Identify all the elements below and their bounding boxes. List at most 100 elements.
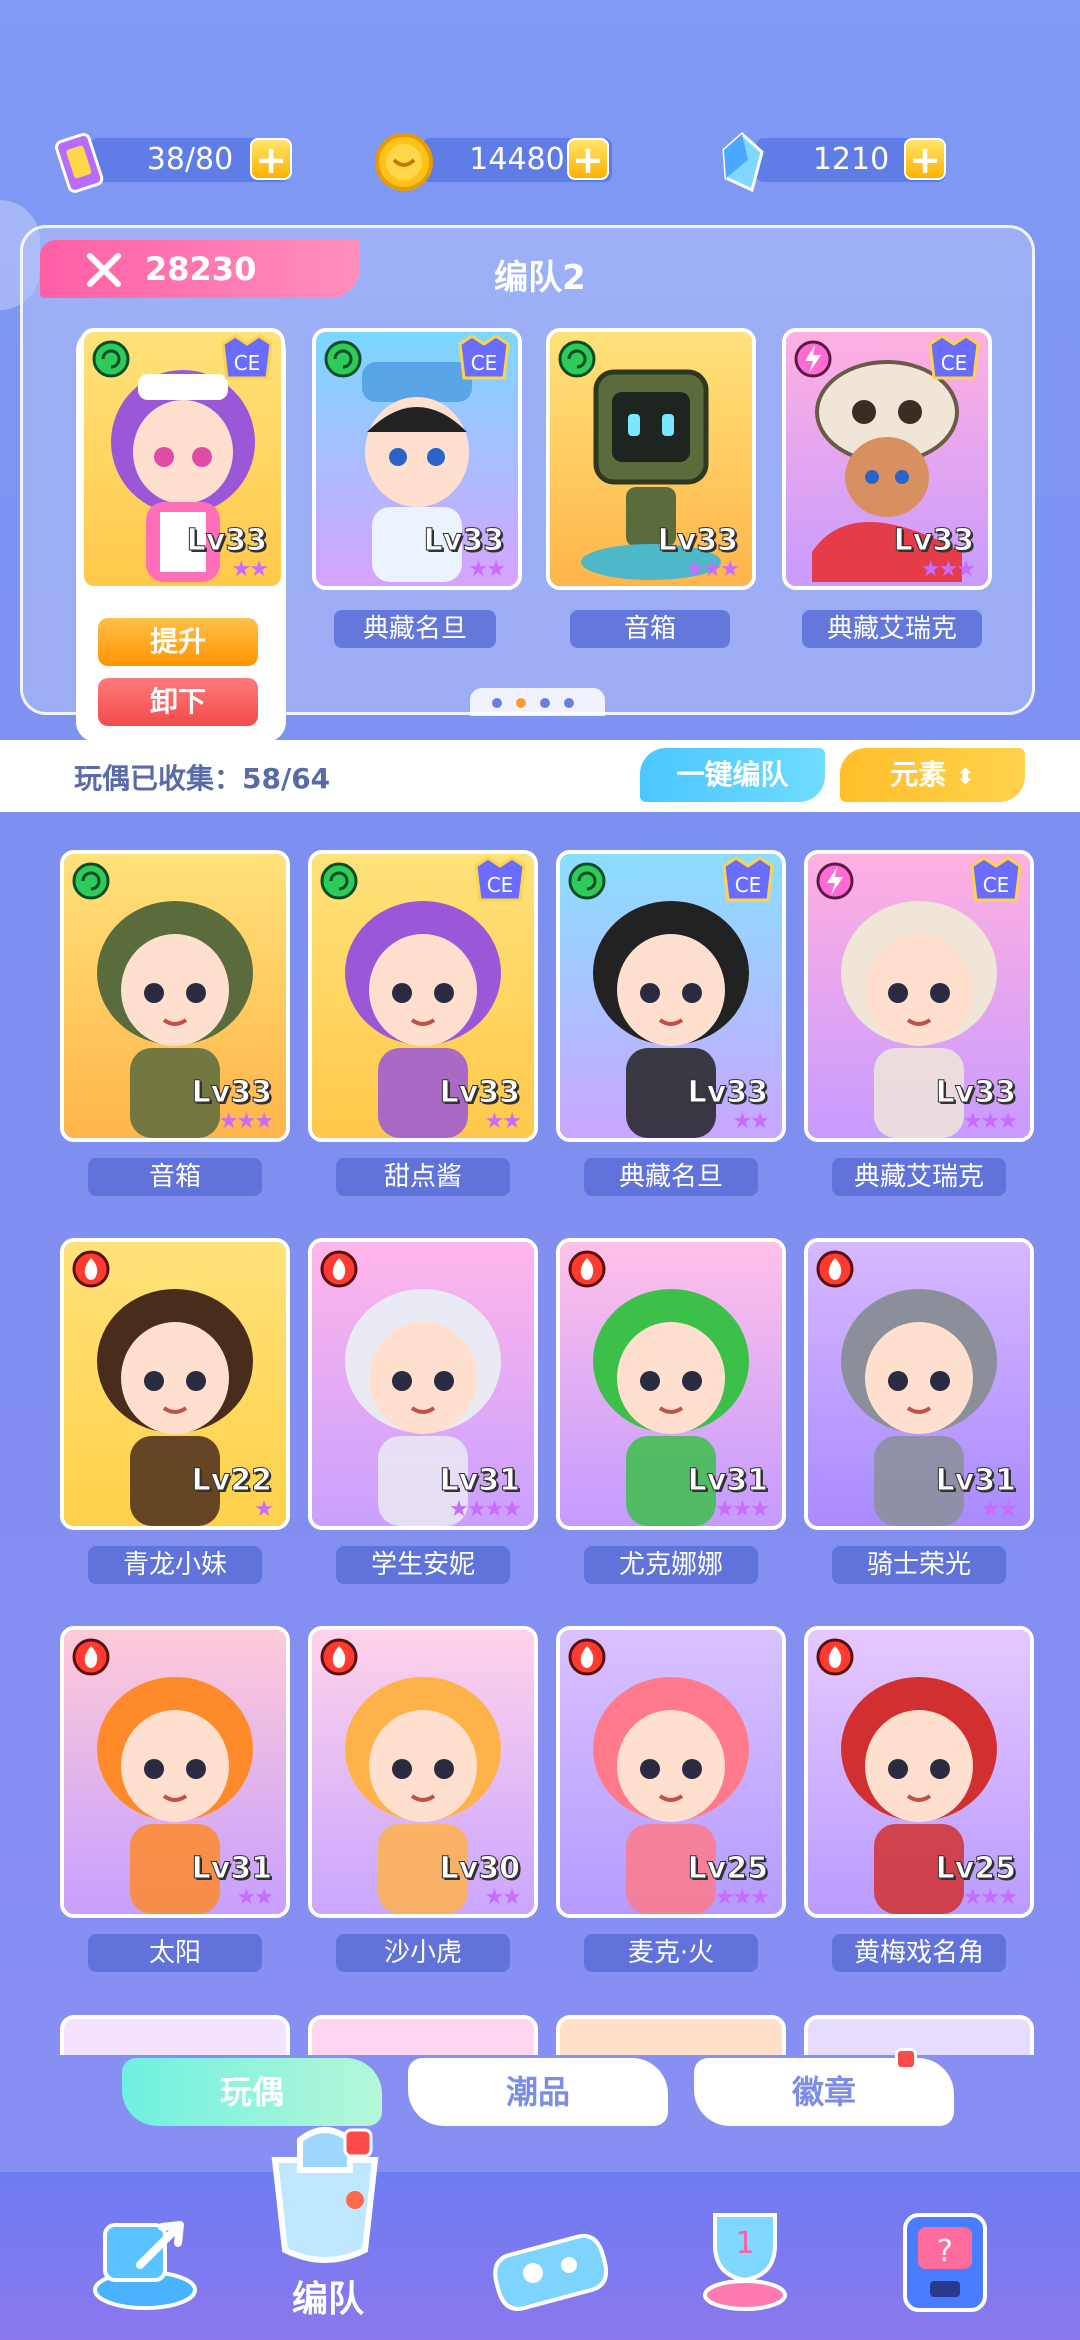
doll-name: 音箱 bbox=[88, 1158, 262, 1196]
doll-stars: ★★★ bbox=[920, 557, 976, 582]
sort-arrows-icon: ⬍ bbox=[956, 765, 975, 790]
fire-element-icon bbox=[568, 1638, 606, 1676]
doll-card[interactable]: Lv31 ★★★★ bbox=[308, 1238, 538, 1530]
add-coins-button[interactable]: + bbox=[567, 138, 609, 180]
add-stamina-button[interactable]: + bbox=[250, 138, 292, 180]
doll-card[interactable]: Lv25 ★★★ bbox=[804, 1626, 1034, 1918]
nav-team-icon[interactable] bbox=[240, 2120, 410, 2270]
upgrade-button[interactable]: 提升 bbox=[98, 618, 258, 666]
doll-level: Lv33 bbox=[687, 1075, 768, 1111]
nav-gacha-machine-icon[interactable]: ? bbox=[880, 2195, 1010, 2325]
team-slot-4-name: 典藏艾瑞克 bbox=[802, 610, 982, 648]
nav-gamepad-icon[interactable] bbox=[485, 2195, 615, 2325]
crystal-icon bbox=[722, 131, 764, 193]
svg-text:1: 1 bbox=[735, 2226, 754, 2261]
one-key-team-button[interactable]: 一键编队 bbox=[640, 748, 825, 802]
collector-edition-badge-icon: CE bbox=[928, 334, 980, 380]
grass-element-icon bbox=[568, 862, 606, 900]
doll-card[interactable]: Lv30 ★★ bbox=[308, 1626, 538, 1918]
element-sort-button[interactable]: 元素 ⬍ bbox=[840, 748, 1025, 802]
lightning-element-icon bbox=[816, 862, 854, 900]
doll-level: Lv33 bbox=[893, 523, 974, 559]
doll-level: Lv31 bbox=[935, 1463, 1016, 1499]
coin-icon bbox=[375, 133, 433, 191]
doll-stars: ★★★ bbox=[218, 1109, 274, 1134]
doll-level: Lv33 bbox=[657, 523, 738, 559]
collector-edition-badge-icon: CE bbox=[458, 334, 510, 380]
doll-card-partial[interactable] bbox=[60, 2015, 290, 2055]
grass-element-icon bbox=[558, 340, 596, 378]
svg-text:CE: CE bbox=[487, 873, 514, 897]
doll-stars: ★★★ bbox=[962, 1109, 1018, 1134]
doll-stars: ★★ bbox=[732, 1109, 770, 1134]
grass-element-icon bbox=[320, 862, 358, 900]
tab-dolls[interactable]: 玩偶 bbox=[122, 2058, 382, 2126]
doll-card-partial[interactable] bbox=[308, 2015, 538, 2055]
lightning-element-icon bbox=[794, 340, 832, 378]
doll-level: Lv25 bbox=[687, 1851, 768, 1887]
add-gems-button[interactable]: + bbox=[904, 138, 946, 180]
unload-button[interactable]: 卸下 bbox=[98, 678, 258, 726]
doll-card[interactable]: Lv22 ★ bbox=[60, 1238, 290, 1530]
team-slot-3[interactable]: Lv33 ★★★ bbox=[546, 328, 756, 590]
team-page-indicator bbox=[470, 688, 605, 716]
svg-text:CE: CE bbox=[234, 351, 261, 375]
doll-name: 典藏名旦 bbox=[584, 1158, 758, 1196]
doll-card[interactable]: CE Lv33 ★★★ bbox=[804, 850, 1034, 1142]
doll-card-partial[interactable] bbox=[556, 2015, 786, 2055]
fire-element-icon bbox=[568, 1250, 606, 1288]
doll-level: Lv33 bbox=[439, 1075, 520, 1111]
doll-level: Lv33 bbox=[423, 523, 504, 559]
notification-dot bbox=[895, 2048, 917, 2070]
doll-level: Lv22 bbox=[191, 1463, 272, 1499]
svg-text:CE: CE bbox=[941, 351, 968, 375]
collected-count: 玩偶已收集：58/64 bbox=[74, 762, 331, 795]
doll-stars: ★★★ bbox=[962, 1885, 1018, 1910]
doll-card[interactable]: Lv31 ★★ bbox=[804, 1238, 1034, 1530]
fire-element-icon bbox=[320, 1250, 358, 1288]
grass-element-icon bbox=[324, 340, 362, 378]
doll-name: 甜点酱 bbox=[336, 1158, 510, 1196]
collector-edition-badge-icon: CE bbox=[474, 856, 526, 902]
doll-card[interactable]: Lv31 ★★★ bbox=[556, 1238, 786, 1530]
doll-level: Lv25 bbox=[935, 1851, 1016, 1887]
doll-name: 沙小虎 bbox=[336, 1934, 510, 1972]
nav-transfer-icon[interactable] bbox=[80, 2195, 210, 2325]
collector-edition-badge-icon: CE bbox=[221, 334, 273, 380]
team-slot-4[interactable]: CE Lv33 ★★★ bbox=[782, 328, 992, 590]
doll-stars: ★★ bbox=[468, 557, 506, 582]
team-power-badge: 28230 bbox=[40, 240, 360, 298]
doll-stars: ★★★ bbox=[684, 557, 740, 582]
team-title: 编队2 bbox=[494, 258, 586, 298]
doll-stars: ★★ bbox=[231, 557, 269, 582]
team-slot-2[interactable]: CE Lv33 ★★ bbox=[312, 328, 522, 590]
doll-card[interactable]: Lv25 ★★★ bbox=[556, 1626, 786, 1918]
team-slot-1[interactable]: CE Lv33 ★★ bbox=[80, 328, 285, 590]
fire-element-icon bbox=[72, 1250, 110, 1288]
doll-name: 麦克·火 bbox=[584, 1934, 758, 1972]
svg-text:?: ? bbox=[937, 2234, 953, 2269]
tab-trendy[interactable]: 潮品 bbox=[408, 2058, 668, 2126]
doll-level: Lv33 bbox=[935, 1075, 1016, 1111]
doll-level: Lv33 bbox=[191, 1075, 272, 1111]
doll-card[interactable]: CE Lv33 ★★ bbox=[308, 850, 538, 1142]
doll-stars: ★★ bbox=[484, 1109, 522, 1134]
doll-card[interactable]: Lv33 ★★★ bbox=[60, 850, 290, 1142]
nav-trophy-icon[interactable]: 1 bbox=[680, 2195, 810, 2325]
svg-text:CE: CE bbox=[983, 873, 1010, 897]
ticket-icon bbox=[55, 133, 104, 193]
doll-card[interactable]: Lv31 ★★ bbox=[60, 1626, 290, 1918]
doll-stars: ★★★ bbox=[714, 1885, 770, 1910]
nav-team-label: 编队 bbox=[292, 2279, 365, 2320]
doll-name: 典藏艾瑞克 bbox=[832, 1158, 1006, 1196]
doll-card-partial[interactable] bbox=[804, 2015, 1034, 2055]
team-slot-3-name: 音箱 bbox=[570, 610, 730, 648]
crossed-swords-icon bbox=[87, 253, 121, 287]
doll-name: 尤克娜娜 bbox=[584, 1546, 758, 1584]
collector-edition-badge-icon: CE bbox=[970, 856, 1022, 902]
doll-name: 黄梅戏名角 bbox=[832, 1934, 1006, 1972]
doll-card[interactable]: CE Lv33 ★★ bbox=[556, 850, 786, 1142]
doll-stars: ★★★★ bbox=[449, 1497, 522, 1522]
doll-name: 青龙小妹 bbox=[88, 1546, 262, 1584]
grass-element-icon bbox=[92, 340, 130, 378]
